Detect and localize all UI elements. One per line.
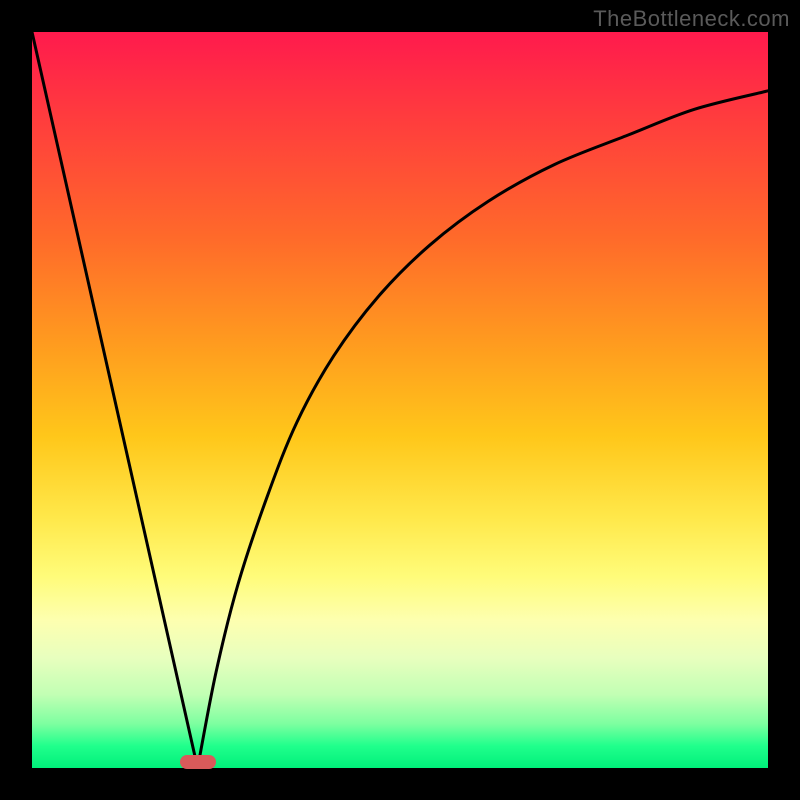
chart-frame: TheBottleneck.com bbox=[0, 0, 800, 800]
right-curve-segment bbox=[198, 91, 768, 768]
curve-svg bbox=[32, 32, 768, 768]
minimum-marker bbox=[180, 755, 216, 769]
left-line-segment bbox=[32, 32, 198, 768]
plot-area bbox=[32, 32, 768, 768]
watermark-text: TheBottleneck.com bbox=[593, 6, 790, 32]
